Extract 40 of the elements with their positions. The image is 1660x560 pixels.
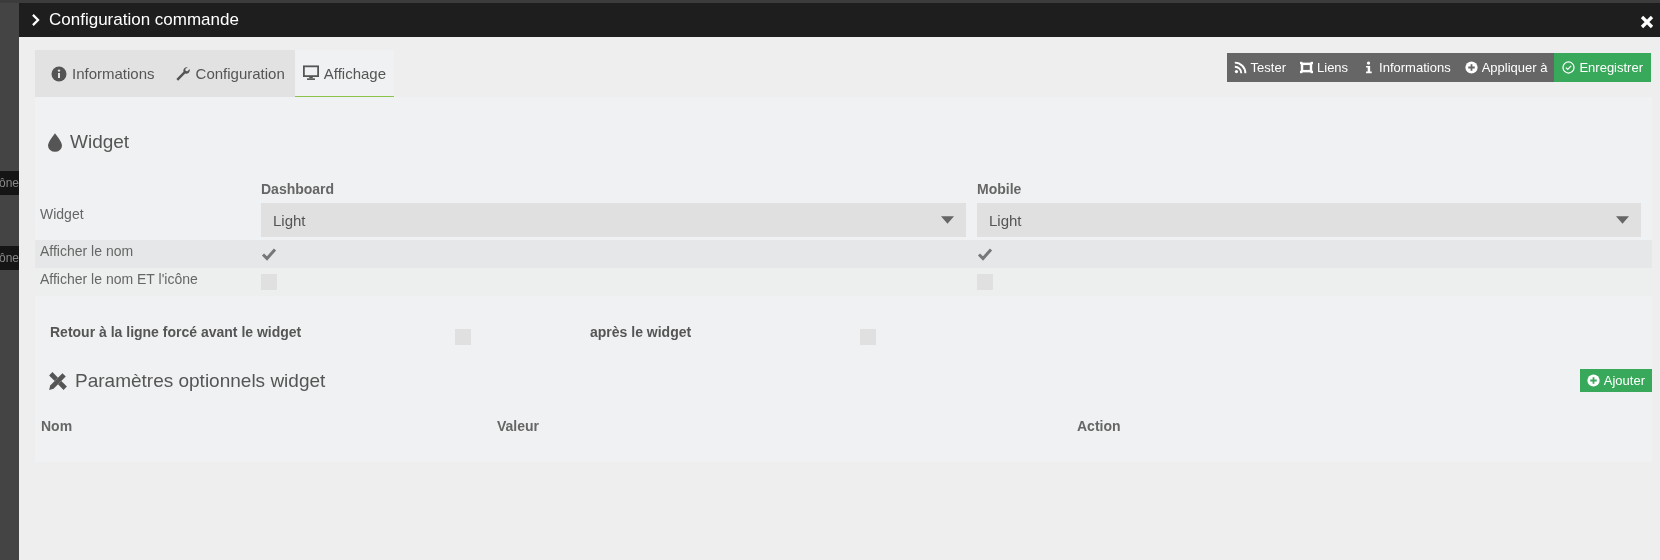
caret-icon	[941, 216, 954, 224]
plus-circle-icon	[1464, 61, 1478, 74]
row-label: Widget	[40, 206, 84, 222]
check-circle-icon	[1562, 61, 1576, 74]
column-header: Valeur	[497, 418, 541, 434]
wrench-icon	[174, 65, 191, 82]
chevron-icon	[31, 14, 40, 26]
column-header: Dashboard	[261, 180, 336, 199]
text-fragment: ône	[0, 246, 19, 270]
option-label: Retour à la ligne forcé avant le widget	[50, 324, 303, 340]
tab[interactable]: Affichage	[294, 50, 395, 97]
section-title: Paramètres optionnels widget	[75, 369, 326, 392]
tab[interactable]: Informations	[41, 50, 165, 97]
monitor-icon	[302, 65, 319, 81]
caret-icon	[1616, 216, 1629, 224]
info-icon	[51, 65, 67, 82]
rss-icon	[1233, 61, 1247, 74]
action-button[interactable]: Enregistrer	[1554, 53, 1651, 82]
action-button[interactable]: Tester	[1226, 53, 1293, 82]
section-title: Widget	[70, 131, 130, 153]
dropdown[interactable]: Light	[977, 203, 1641, 237]
pencil-ruler-icon	[48, 370, 68, 391]
dropdown[interactable]: Light	[261, 203, 966, 237]
text-fragment: ône	[0, 171, 19, 195]
tab[interactable]: Configuration	[164, 50, 295, 97]
add-button[interactable]: Ajouter	[1579, 369, 1652, 392]
plus-circle-icon	[1586, 374, 1600, 387]
row-label: Afficher le nom	[40, 243, 134, 259]
option-label: après le widget	[590, 324, 693, 340]
window-title: Configuration commande	[49, 10, 239, 30]
action-button[interactable]: Appliquer à	[1457, 53, 1555, 82]
column-header: Nom	[41, 418, 74, 434]
droplet-icon	[48, 132, 62, 152]
column-header: Mobile	[977, 180, 1023, 199]
close-icon[interactable]	[1640, 15, 1654, 29]
row-label: Afficher le nom ET l'icône	[40, 271, 198, 287]
column-header: Action	[1077, 418, 1122, 434]
frame-icon	[1300, 61, 1313, 74]
action-button[interactable]: Informations	[1355, 53, 1458, 82]
action-button[interactable]: Liens	[1293, 53, 1356, 82]
